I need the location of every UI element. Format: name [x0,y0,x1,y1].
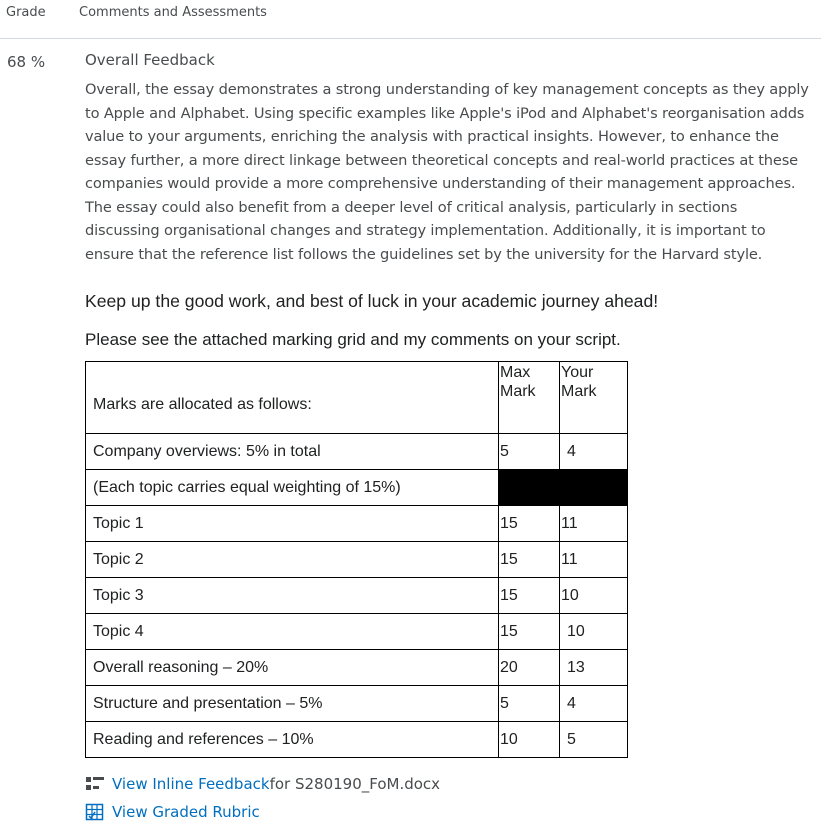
table-row: Structure and presentation – 5% 5 4 [85,685,628,722]
row-your-mark: 4 [559,433,628,470]
comments-column-header: Comments and Assessments [79,5,267,20]
feedback-links: View Inline Feedback for S280190_FoM.doc… [85,770,440,826]
inline-feedback-filename: for S280190_FoM.docx [269,775,441,793]
marking-grid-header-label: Marks are allocated as follows: [85,361,499,434]
encouragement-text: Keep up the good work, and best of luck … [85,291,659,311]
your-mark-header-line1: Your [561,364,594,381]
row-your-mark: 11 [559,541,628,578]
row-label: Topic 4 [85,613,499,650]
blacked-out-cell [498,469,628,506]
row-label: Company overviews: 5% in total [85,433,499,470]
table-row: Company overviews: 5% in total 5 4 [85,433,628,470]
row-label: Topic 3 [85,577,499,614]
row-max-mark: 15 [498,541,560,578]
marking-grid-note: Please see the attached marking grid and… [85,330,621,349]
table-row: Overall reasoning – 20% 20 13 [85,649,628,686]
row-your-mark: 10 [559,613,628,650]
row-max-mark: 5 [498,685,560,722]
row-max-mark: 5 [498,433,560,470]
marking-grid-table: Marks are allocated as follows: Max Mark… [85,361,628,758]
row-your-mark: 5 [559,721,628,758]
max-mark-header-line1: Max [500,364,531,381]
row-max-mark: 15 [498,577,560,614]
row-label: Structure and presentation – 5% [85,685,499,722]
table-row: (Each topic carries equal weighting of 1… [85,469,628,506]
grade-column-header: Grade [6,5,46,20]
your-mark-header: Your Mark [559,361,628,434]
row-max-mark: 10 [498,721,560,758]
feedback-paragraph: Overall, the essay demonstrates a strong… [85,81,809,263]
feedback-title: Overall Feedback [85,51,215,69]
grade-value: 68 % [7,53,46,71]
inline-feedback-row: View Inline Feedback for S280190_FoM.doc… [85,770,440,798]
feedback-content: Overall Feedback Overall, the essay demo… [85,50,815,352]
inline-feedback-icon [85,775,105,793]
view-graded-rubric-link[interactable]: View Graded Rubric [112,803,260,821]
row-label: Overall reasoning – 20% [85,649,499,686]
table-row: Topic 4 15 10 [85,613,628,650]
row-your-mark: 4 [559,685,628,722]
your-mark-header-line2: Mark [561,383,597,400]
row-max-mark: 15 [498,505,560,542]
table-row: Topic 3 15 10 [85,577,628,614]
rubric-icon [85,803,105,821]
row-max-mark: 20 [498,649,560,686]
table-row: Reading and references – 10% 10 5 [85,721,628,758]
row-your-mark: 11 [559,505,628,542]
row-label: (Each topic carries equal weighting of 1… [85,469,499,506]
row-label: Topic 1 [85,505,499,542]
max-mark-header-line2: Mark [500,383,536,400]
row-your-mark: 13 [559,649,628,686]
table-row: Topic 1 15 11 [85,505,628,542]
row-max-mark: 15 [498,613,560,650]
rubric-row: View Graded Rubric [85,798,440,826]
row-label: Topic 2 [85,541,499,578]
view-inline-feedback-link[interactable]: View Inline Feedback [112,775,270,793]
table-header-row: Grade Comments and Assessments [0,0,821,39]
max-mark-header: Max Mark [498,361,560,434]
row-your-mark: 10 [559,577,628,614]
table-row: Topic 2 15 11 [85,541,628,578]
row-label: Reading and references – 10% [85,721,499,758]
marking-grid-header-row: Marks are allocated as follows: Max Mark… [85,361,628,434]
